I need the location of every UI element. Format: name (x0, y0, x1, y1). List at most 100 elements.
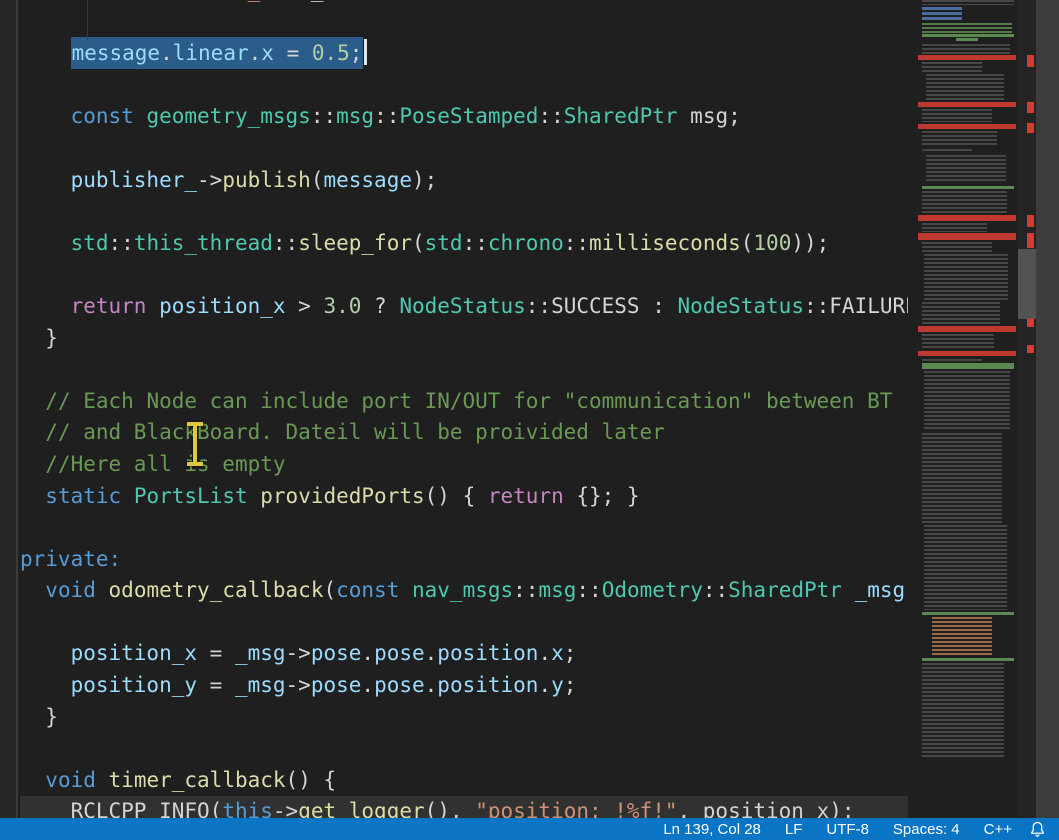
code-token: NodeStatus (399, 294, 525, 318)
code-token: const (336, 578, 399, 602)
code-line[interactable]: publisher_->publish(message); (20, 165, 908, 197)
notifications-bell-icon[interactable] (1024, 821, 1059, 837)
minimap-error-line (918, 102, 1016, 107)
code-token: return (488, 484, 564, 508)
code-token: :: (513, 578, 538, 602)
code-line[interactable]: void timer_callback() { (20, 765, 908, 797)
minimap-error-line (918, 351, 1016, 356)
code-token: :: (273, 231, 298, 255)
code-token: () { (286, 768, 337, 792)
code-token: :: (374, 104, 399, 128)
code-token: :: (526, 294, 551, 318)
scrollbar-thumb[interactable] (1018, 249, 1036, 319)
code-line[interactable]: // Each Node can include port IN/OUT for… (20, 386, 908, 418)
code-line[interactable]: private: (20, 544, 908, 576)
indentation-indicator[interactable]: Spaces: 4 (881, 821, 972, 838)
code-line[interactable]: } (20, 323, 908, 355)
code-token (121, 484, 134, 508)
minimap-error-line (918, 233, 1016, 240)
overview-ruler[interactable] (1018, 0, 1036, 818)
code-editor[interactable]: "cmd_vel"_)); message.linear.x = 0.5; co… (18, 0, 908, 818)
code-line[interactable]: //Here all is empty (20, 449, 908, 481)
editor-left-edge (0, 0, 18, 818)
code-token: linear (173, 41, 249, 65)
code-token: ( (412, 231, 425, 255)
code-line[interactable] (20, 607, 908, 639)
code-line[interactable]: "cmd_vel"_)); (20, 0, 908, 7)
code-token: std (425, 231, 463, 255)
code-token: ( (323, 578, 336, 602)
window-edge (1036, 0, 1059, 818)
code-token: . (361, 641, 374, 665)
code-token: publisher_ (71, 168, 197, 192)
code-token: -> (286, 641, 311, 665)
code-token: msg (538, 578, 576, 602)
encoding-indicator[interactable]: UTF-8 (814, 821, 881, 838)
code-token: : (640, 294, 678, 318)
code-line[interactable] (20, 7, 908, 39)
code-token: :: (463, 231, 488, 255)
code-token: ( (311, 168, 324, 192)
code-token: pose (311, 673, 362, 697)
code-line[interactable] (20, 512, 908, 544)
code-line[interactable]: static PortsList providedPorts() { retur… (20, 481, 908, 513)
code-token: :: (564, 231, 589, 255)
minimap-line-band (922, 433, 1002, 523)
code-token: milliseconds (589, 231, 741, 255)
code-line[interactable]: // and BlackBoard. Dateil will be proivi… (20, 417, 908, 449)
code-line[interactable] (20, 354, 908, 386)
code-line[interactable] (20, 70, 908, 102)
code-line[interactable]: RCLCPP_INFO(this->get_logger(), "positio… (20, 796, 908, 818)
code-token: SUCCESS (551, 294, 640, 318)
code-token: msg; (678, 104, 741, 128)
code-token (96, 578, 109, 602)
code-token: . (425, 641, 438, 665)
code-token: , position_x); (678, 799, 855, 818)
language-mode-indicator[interactable]: C++ (972, 821, 1024, 838)
code-line[interactable] (20, 259, 908, 291)
code-token: sleep_for (298, 231, 412, 255)
code-token: )); (791, 231, 829, 255)
code-token: private: (20, 547, 121, 571)
minimap-line-band (956, 38, 978, 41)
minimap-line-band (926, 155, 1006, 183)
code-line[interactable]: const geometry_msgs::msg::PoseStamped::S… (20, 101, 908, 133)
code-token: NodeStatus (678, 294, 804, 318)
code-line[interactable]: void odometry_callback(const nav_msgs::m… (20, 575, 908, 607)
minimap-line-band (922, 44, 1010, 54)
code-line[interactable]: } (20, 702, 908, 734)
minimap[interactable] (908, 0, 1018, 818)
code-line[interactable]: position_x = _msg->pose.pose.position.x; (20, 638, 908, 670)
minimap-line-band (922, 612, 1014, 615)
code-line[interactable]: std::this_thread::sleep_for(std::chrono:… (20, 228, 908, 260)
minimap-error-line (918, 55, 1016, 60)
code-token: ( (210, 799, 223, 818)
code-token: pose (374, 641, 425, 665)
code-token: _msg (235, 673, 286, 697)
error-mark (1027, 215, 1034, 227)
code-token: _msg (855, 578, 906, 602)
code-token: static (45, 484, 121, 508)
code-token: this_thread (134, 231, 273, 255)
code-token (134, 104, 147, 128)
code-line[interactable]: return position_x > 3.0 ? NodeStatus::SU… (20, 291, 908, 323)
code-line[interactable] (20, 733, 908, 765)
code-token: position_x (159, 294, 285, 318)
code-token: -> (273, 799, 298, 818)
code-line[interactable]: message.linear.x = 0.5; (20, 38, 908, 70)
code-token: 100 (753, 231, 791, 255)
code-token: ; (564, 641, 577, 665)
code-token: PoseStamped (399, 104, 538, 128)
cursor-position-indicator[interactable]: Ln 139, Col 28 (651, 821, 773, 838)
code-line[interactable] (20, 133, 908, 165)
code-token: ; (564, 673, 577, 697)
eol-indicator[interactable]: LF (773, 821, 815, 838)
code-token: () { (425, 484, 488, 508)
error-mark (1027, 123, 1034, 133)
code-token: position_y (71, 673, 197, 697)
code-line[interactable] (20, 196, 908, 228)
code-line[interactable]: position_y = _msg->pose.pose.position.y; (20, 670, 908, 702)
code-token: _msg (235, 641, 286, 665)
code-token: RCLCPP_INFO (71, 799, 210, 818)
code-token: providedPorts (260, 484, 424, 508)
